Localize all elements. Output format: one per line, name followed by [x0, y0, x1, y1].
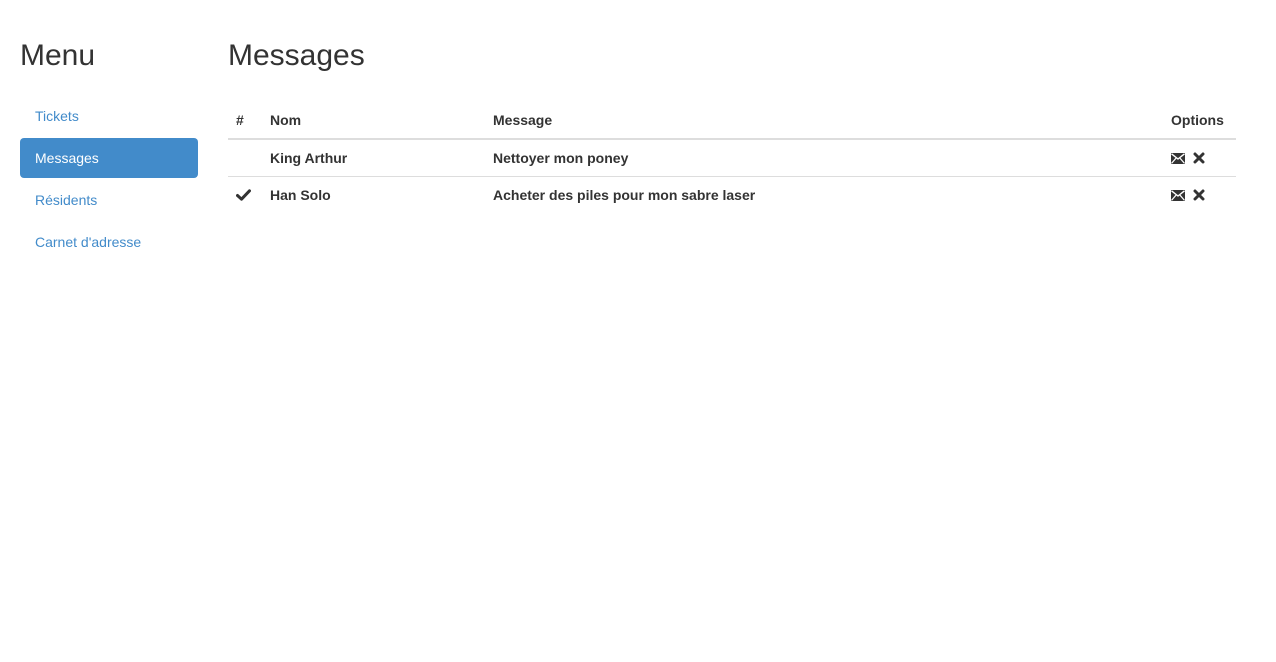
- page-title: Messages: [228, 39, 365, 72]
- row-message: Nettoyer mon poney: [493, 150, 629, 166]
- row-options: [1163, 176, 1236, 213]
- sidebar-item-residents[interactable]: Résidents: [20, 180, 198, 220]
- row-status: [228, 139, 262, 177]
- column-header-options: Options: [1163, 102, 1236, 140]
- sidebar-item-carnet-adresse[interactable]: Carnet d'adresse: [20, 222, 198, 262]
- table-header-row: # Nom Message Options: [228, 102, 1236, 140]
- remove-icon[interactable]: [1193, 152, 1205, 164]
- row-message: Acheter des piles pour mon sabre laser: [485, 176, 1163, 213]
- column-header-message: Message: [485, 102, 1163, 140]
- row-nom: King Arthur: [270, 150, 348, 166]
- table-row: Han Solo Acheter des piles pour mon sabr…: [228, 176, 1236, 213]
- column-header-hash: #: [228, 102, 262, 140]
- row-options: [1163, 139, 1236, 177]
- row-nom: Han Solo: [262, 176, 485, 213]
- column-header-nom: Nom: [262, 102, 485, 140]
- sidebar: Menu Tickets Messages Résidents Carnet d…: [20, 38, 198, 264]
- remove-icon[interactable]: [1193, 189, 1205, 201]
- page: Menu Tickets Messages Résidents Carnet d…: [0, 0, 1276, 662]
- checkmark-icon: [236, 189, 254, 201]
- sidebar-nav: Tickets Messages Résidents Carnet d'adre…: [20, 96, 198, 262]
- row-status: [228, 176, 262, 213]
- envelope-icon[interactable]: [1171, 152, 1185, 164]
- envelope-icon[interactable]: [1171, 189, 1185, 201]
- table-row: King Arthur Nettoyer mon poney: [228, 139, 1236, 177]
- messages-table: # Nom Message Options King Arthur Nettoy…: [228, 102, 1236, 213]
- sidebar-item-tickets[interactable]: Tickets: [20, 96, 198, 136]
- sidebar-title: Menu: [20, 39, 96, 72]
- sidebar-item-messages[interactable]: Messages: [20, 138, 198, 178]
- main-content: Messages # Nom Message Options King Arth…: [228, 38, 1236, 213]
